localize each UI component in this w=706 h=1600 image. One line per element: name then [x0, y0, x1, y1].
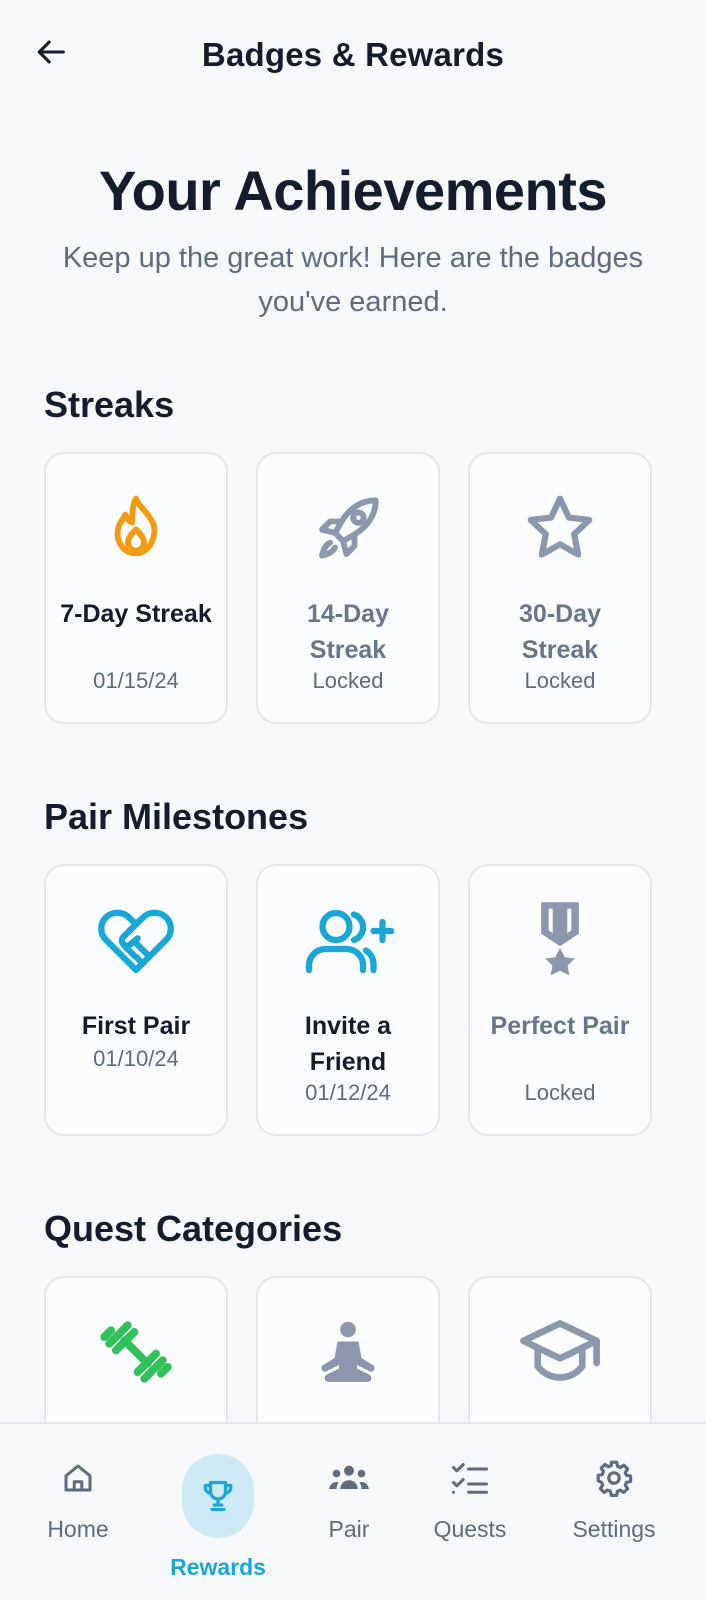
section-title-streaks: Streaks: [44, 384, 175, 425]
nav-label: Settings: [572, 1516, 656, 1542]
badge-card-14-day-streak[interactable]: 14-Day Streak Locked: [256, 452, 440, 724]
hero-subtitle: Keep up the great work! Here are the bad…: [62, 242, 644, 318]
nav-label: Quests: [433, 1516, 507, 1542]
badge-name: 7-Day Streak: [60, 600, 212, 628]
nav-rewards[interactable]: Rewards: [160, 1424, 276, 1600]
badge-card-perfect-pair[interactable]: Perfect Pair Locked: [468, 864, 652, 1136]
bottom-navigation: Home Rewards Pair Quests Settings: [0, 1422, 706, 1600]
badge-card-7-day-streak[interactable]: 7-Day Streak 01/15/24: [44, 452, 228, 724]
badge-card-30-day-streak[interactable]: 30-Day Streak Locked: [468, 452, 652, 724]
meditation-icon: [258, 1312, 438, 1392]
star-icon: [470, 488, 650, 568]
badge-card-invite-a-friend[interactable]: Invite a Friend 01/12/24: [256, 864, 440, 1136]
graduation-cap-icon: [470, 1312, 650, 1392]
nav-label: Pair: [328, 1516, 370, 1542]
badge-date: 01/15/24: [93, 668, 179, 693]
nav-label: Home: [47, 1516, 109, 1542]
page-title: Badges & Rewards: [201, 36, 505, 73]
badge-date: 01/10/24: [93, 1046, 179, 1071]
streaks-grid: 7-Day Streak 01/15/24 14-Day Streak Lock…: [44, 452, 663, 724]
checklist-icon: [448, 1456, 492, 1500]
top-bar: Badges & Rewards: [0, 0, 706, 110]
badge-name: 30-Day Streak: [519, 600, 601, 664]
badge-name: First Pair: [81, 1012, 191, 1040]
hero-title: Your Achievements: [98, 159, 608, 222]
rocket-icon: [258, 488, 438, 568]
nav-pair[interactable]: Pair: [305, 1424, 393, 1600]
badge-name: Invite a Friend: [304, 1012, 392, 1076]
badge-status: Locked: [524, 1080, 596, 1105]
home-icon: [56, 1456, 100, 1500]
user-plus-icon: [258, 900, 438, 980]
nav-home[interactable]: Home: [27, 1424, 129, 1600]
gear-icon: [592, 1456, 636, 1500]
flame-icon: [46, 488, 226, 568]
group-icon: [327, 1456, 371, 1500]
trophy-icon: [196, 1474, 240, 1518]
section-title-quest-categories: Quest Categories: [44, 1208, 343, 1249]
dumbbell-icon: [46, 1312, 226, 1392]
badge-name: 14-Day Streak: [307, 600, 389, 664]
badge-status: Locked: [312, 668, 384, 693]
nav-quests[interactable]: Quests: [418, 1424, 522, 1600]
handshake-icon: [46, 900, 226, 980]
pair-milestones-grid: First Pair 01/10/24 Invite a Friend 01/1…: [44, 864, 663, 1136]
badge-name: Perfect Pair: [490, 1012, 630, 1040]
badge-date: 01/12/24: [305, 1080, 391, 1105]
medal-icon: [470, 900, 650, 980]
badge-card-first-pair[interactable]: First Pair 01/10/24: [44, 864, 228, 1136]
nav-label: Rewards: [170, 1554, 266, 1580]
section-title-pair-milestones: Pair Milestones: [44, 796, 309, 837]
nav-settings[interactable]: Settings: [556, 1424, 672, 1600]
badge-status: Locked: [524, 668, 596, 693]
